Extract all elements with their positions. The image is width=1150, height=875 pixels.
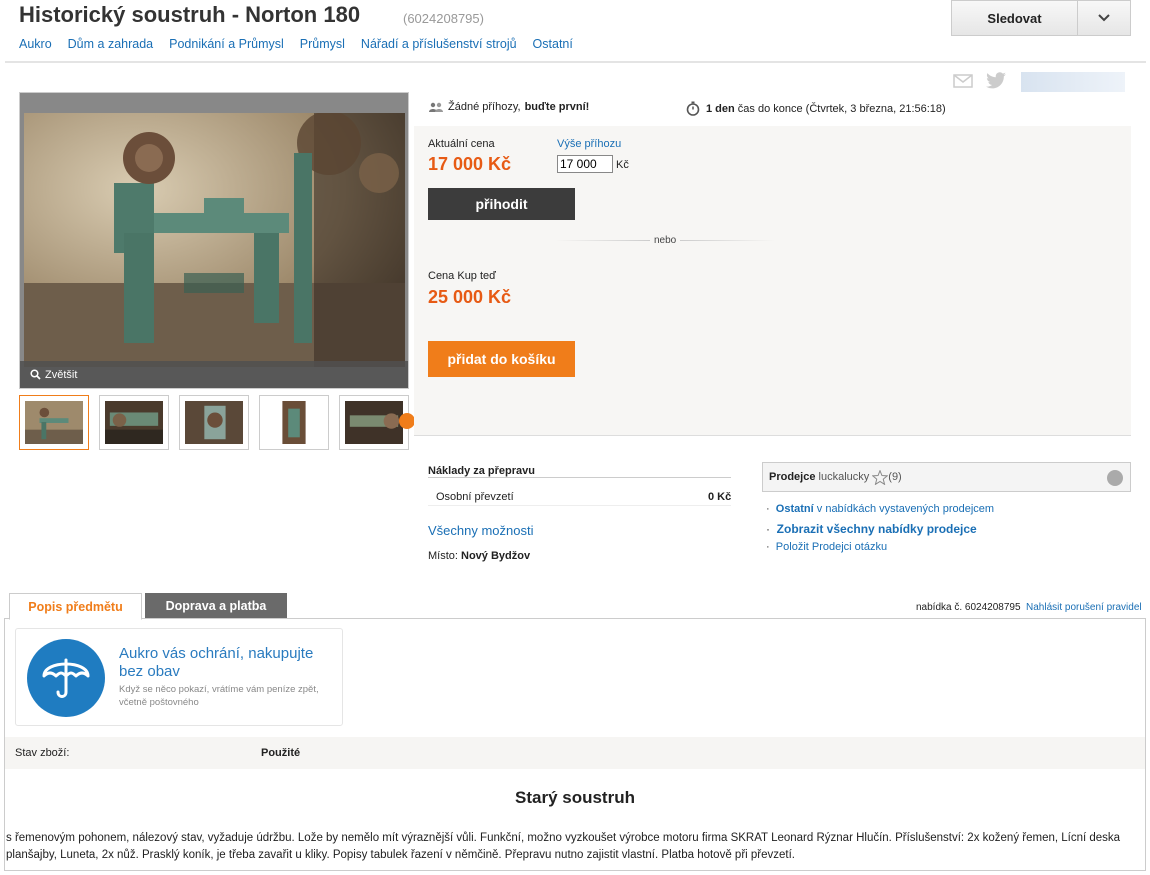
protection-title: Aukro vás ochrání, nakupujte bez obav (119, 645, 314, 680)
current-price-label: Aktuální cena (428, 138, 495, 150)
follow-label[interactable]: Sledovat (952, 1, 1078, 35)
report-violation-link[interactable]: Nahlásit porušení pravidel (1026, 602, 1142, 613)
all-shipping-options-link[interactable]: Všechny možnosti (428, 523, 534, 538)
description-text: s řemenovým pohonem, nálezový stav, vyža… (6, 832, 1121, 861)
thumbnail-2[interactable] (99, 395, 169, 450)
buy-now-label: Cena Kup teď (428, 270, 496, 282)
breadcrumb-home-garden[interactable]: Dům a zahrada (68, 37, 153, 51)
add-to-cart-button[interactable]: přidat do košíku (428, 341, 575, 377)
location-value: Nový Bydžov (461, 550, 531, 562)
shipping-option-price: 0 Kč (708, 491, 732, 503)
condition-label: Stav zboží: (15, 747, 70, 759)
tab-description[interactable]: Popis předmětu (9, 593, 142, 620)
protection-subtitle: Když se něco pokazí, vrátíme vám peníze … (119, 684, 319, 708)
or-divider-left (555, 240, 650, 241)
seller-question[interactable]: · Položit Prodejci otázku (766, 541, 887, 553)
buy-now-price: 25 000 Kč (428, 287, 512, 307)
bids-text: Žádné příhozy, (448, 101, 521, 113)
seller-other-text[interactable]: v nabídkách vystavených prodejcem (817, 503, 994, 515)
breadcrumb: Aukro Dům a zahrada Podnikání a Průmysl … (19, 37, 573, 51)
main-product-photo[interactable] (24, 113, 405, 367)
seller-other-items[interactable]: · Ostatní v nabídkách vystavených prodej… (766, 503, 994, 515)
current-price: 17 000 Kč (428, 154, 512, 174)
bid-amount-input[interactable] (557, 155, 613, 173)
thumbnail-3[interactable] (179, 395, 249, 450)
bid-first-cta[interactable]: buďte první! (525, 101, 590, 113)
zoom-button[interactable]: Zvětšit (20, 361, 408, 388)
time-bold: 1 den (706, 102, 735, 115)
shipping-option-name: Osobní převzetí (436, 491, 514, 503)
breadcrumb-tools[interactable]: Nářadí a příslušenství strojů (361, 37, 517, 51)
price-panel (414, 126, 1131, 436)
shipping-divider-2 (428, 505, 731, 506)
twitter-share-icon[interactable] (985, 72, 1007, 93)
header-divider (5, 61, 1146, 63)
shipping-title: Náklady za přepravu (428, 465, 535, 477)
stopwatch-icon (686, 101, 700, 116)
time-text: čas do konce (Čtvrtek, 3 března, 21:56:1… (737, 102, 946, 115)
breadcrumb-business-industry[interactable]: Podnikání a Průmysl (169, 37, 284, 51)
description-heading: Starý soustruh (515, 788, 635, 807)
seller-other-link[interactable]: Ostatní (776, 503, 814, 515)
condition-row (5, 737, 1145, 769)
seller-expand-icon[interactable] (1107, 470, 1123, 486)
breadcrumb-industry[interactable]: Průmysl (300, 37, 345, 51)
thumbnail-next-arrow-icon[interactable] (399, 413, 415, 429)
seller-box[interactable]: Prodejce luckalucky (9) (762, 462, 1131, 492)
condition-value: Použité (261, 747, 301, 759)
or-divider-right (680, 240, 775, 241)
location-label: Místo: (428, 550, 458, 562)
zoom-label[interactable]: Zvětšit (45, 369, 77, 381)
follow-button[interactable]: Sledovat (951, 0, 1131, 36)
banner-thumbnail[interactable] (1021, 72, 1125, 92)
bid-button[interactable]: přihodit (428, 188, 575, 220)
seller-rating: (9) (888, 471, 902, 483)
page-title: Historický soustruh - Norton 180 (19, 2, 361, 27)
tab-shipping-payment[interactable]: Doprava a platba (145, 593, 287, 618)
or-divider-text: nebo (654, 235, 677, 246)
mail-share-icon[interactable] (953, 73, 973, 92)
seller-all-offers-link[interactable]: Zobrazit všechny nabídky prodejce (777, 522, 977, 536)
magnifier-icon (30, 369, 41, 380)
bid-amount-label[interactable]: Výše příhozu (557, 138, 621, 150)
ask-seller-link[interactable]: Položit Prodejci otázku (776, 541, 887, 553)
people-icon (429, 102, 443, 112)
chevron-down-icon[interactable] (1078, 1, 1130, 35)
seller-label: Prodejce (769, 471, 816, 483)
breadcrumb-other[interactable]: Ostatní (533, 37, 573, 51)
umbrella-icon (27, 639, 105, 717)
bids-info: Žádné příhozy, buďte první! (428, 101, 589, 113)
thumbnail-4[interactable] (259, 395, 329, 450)
breadcrumb-aukro[interactable]: Aukro (19, 37, 52, 51)
offer-number: nabídka č. 6024208795 (916, 602, 1021, 613)
item-id: (6024208795) (403, 11, 484, 26)
seller-name[interactable]: luckalucky (819, 471, 870, 483)
time-remaining: 1 den čas do konce (Čtvrtek, 3 března, 2… (686, 101, 946, 116)
bid-currency: Kč (616, 159, 629, 171)
thumbnail-1[interactable] (19, 395, 89, 450)
star-icon (872, 469, 889, 485)
shipping-divider (428, 477, 731, 478)
seller-all-offers[interactable]: · Zobrazit všechny nabídky prodejce (766, 522, 977, 536)
location: Místo: Nový Bydžov (428, 550, 530, 562)
